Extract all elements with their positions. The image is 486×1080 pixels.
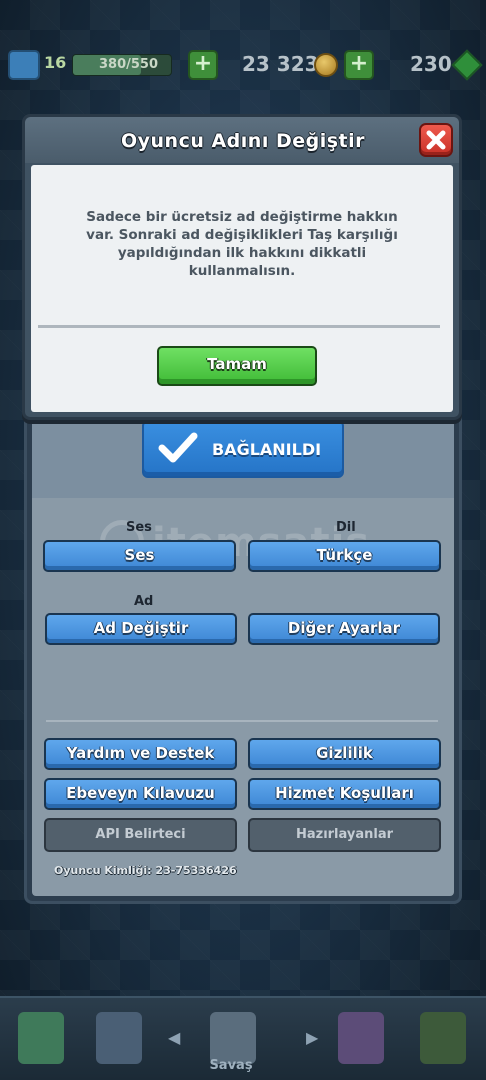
level-badge-icon xyxy=(8,50,40,80)
checkmark-icon xyxy=(158,432,198,463)
language-section-label: Dil xyxy=(336,520,356,535)
dialog-message: Sadece bir ücretsiz ad değiştirme hakkın… xyxy=(56,208,428,280)
close-button[interactable] xyxy=(419,123,453,157)
dialog-title: Oyuncu Adını Değiştir xyxy=(120,130,365,152)
ok-button[interactable]: Tamam xyxy=(157,346,317,386)
close-icon xyxy=(426,130,446,150)
nav-battle-label: Savaş xyxy=(209,1058,253,1073)
add-gold-button[interactable]: + xyxy=(344,50,374,80)
gold-amount: 23 323 xyxy=(242,52,319,76)
add-xp-button[interactable]: + xyxy=(188,50,218,80)
gems-amount: 230 xyxy=(410,52,452,76)
message-line: kullanmalısın. xyxy=(188,263,296,279)
connected-button[interactable]: BAĞLANILDI xyxy=(142,420,344,478)
message-line: yapıldığından ilk hakkını dikkatli xyxy=(117,245,367,261)
nav-left-arrow-icon[interactable]: ◀ xyxy=(168,1028,180,1047)
gold-coin-icon xyxy=(314,53,338,77)
nav-battle-swords-icon[interactable] xyxy=(210,1012,256,1064)
privacy-button[interactable]: Gizlilik xyxy=(248,738,441,770)
xp-text: 380/550 xyxy=(99,57,159,72)
player-id: Oyuncu Kimliği: 23-75336426 xyxy=(54,864,237,877)
message-line: var. Sonraki ad değişiklikleri Taş karşı… xyxy=(86,227,398,243)
change-name-button[interactable]: Ad Değiştir xyxy=(45,613,237,645)
gem-icon xyxy=(451,49,483,81)
dialog-divider xyxy=(38,325,440,328)
nav-shop-icon[interactable] xyxy=(18,1012,64,1064)
nav-events-icon[interactable] xyxy=(420,1012,466,1064)
language-button[interactable]: Türkçe xyxy=(248,540,441,572)
status-bar: 16 380/550 + 23 323 + 230 xyxy=(0,44,486,86)
terms-of-service-button[interactable]: Hizmet Koşulları xyxy=(248,778,441,810)
api-token-button[interactable]: API Belirteci xyxy=(44,818,237,852)
nav-cards-icon[interactable] xyxy=(96,1012,142,1064)
name-section-label: Ad xyxy=(134,594,154,609)
other-settings-button[interactable]: Diğer Ayarlar xyxy=(248,613,440,645)
parent-guide-button[interactable]: Ebeveyn Kılavuzu xyxy=(44,778,237,810)
player-level: 16 xyxy=(44,53,67,72)
sound-section-label: Ses xyxy=(126,520,152,535)
nav-right-arrow-icon[interactable]: ▶ xyxy=(306,1028,318,1047)
xp-bar: 380/550 xyxy=(72,54,172,76)
nav-clan-icon[interactable] xyxy=(338,1012,384,1064)
credits-button[interactable]: Hazırlayanlar xyxy=(248,818,441,852)
connected-label: BAĞLANILDI xyxy=(212,440,322,459)
message-line: Sadece bir ücretsiz ad değiştirme hakkın xyxy=(86,209,398,225)
sound-button[interactable]: Ses xyxy=(43,540,236,572)
help-support-button[interactable]: Yardım ve Destek xyxy=(44,738,237,770)
settings-divider xyxy=(46,720,438,722)
